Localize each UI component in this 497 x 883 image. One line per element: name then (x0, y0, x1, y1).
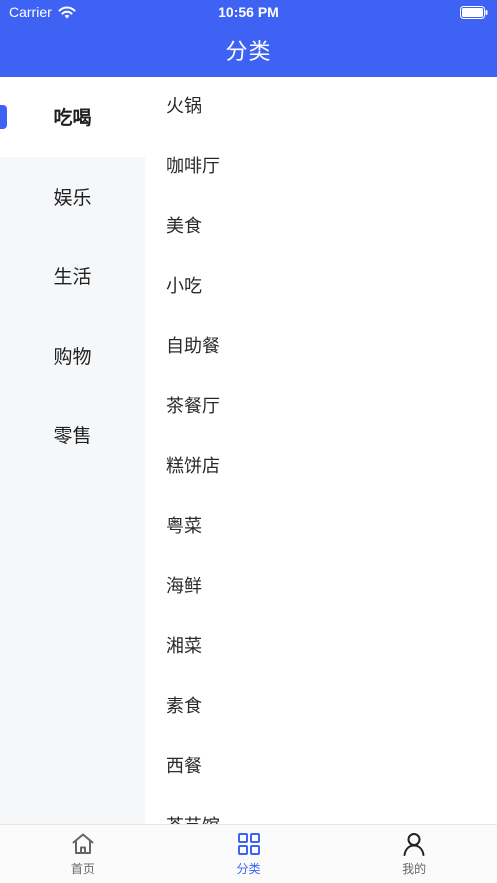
header: Carrier 10:56 PM 分类 (0, 0, 497, 77)
list-item[interactable]: 小吃 (145, 257, 497, 317)
sidebar-item-label: 零售 (53, 425, 92, 448)
status-bar: Carrier 10:56 PM (0, 0, 497, 26)
sidebar-item-retail[interactable]: 零售 (0, 395, 145, 475)
page-title: 分类 (225, 40, 272, 65)
tab-bar: 首页 分类 我的 (0, 824, 497, 883)
sidebar-item-label: 娱乐 (53, 186, 92, 209)
list-item[interactable]: 粤菜 (145, 497, 497, 557)
subcategory-list[interactable]: 火锅 咖啡厅 美食 小吃 自助餐 茶餐厅 糕饼店 粤菜 海鲜 湘菜 素食 西餐 … (145, 77, 497, 824)
list-item[interactable]: 素食 (145, 677, 497, 737)
tab-label: 我的 (402, 862, 427, 876)
list-item[interactable]: 茶艺馆 (145, 797, 497, 824)
sidebar-item-label: 生活 (53, 266, 92, 289)
sidebar-item-eat-drink[interactable]: 吃喝 (0, 77, 145, 157)
list-item[interactable]: 美食 (145, 197, 497, 257)
list-item[interactable]: 自助餐 (145, 317, 497, 377)
tab-category[interactable]: 分类 (166, 825, 332, 883)
list-item[interactable]: 海鲜 (145, 557, 497, 617)
list-item[interactable]: 茶餐厅 (145, 377, 497, 437)
list-item[interactable]: 湘菜 (145, 617, 497, 677)
grid-icon (237, 833, 260, 855)
tab-label: 首页 (70, 862, 95, 876)
tab-label: 分类 (236, 862, 261, 876)
sidebar-item-label: 吃喝 (53, 107, 92, 130)
list-item[interactable]: 咖啡厅 (145, 137, 497, 197)
sidebar-item-entertainment[interactable]: 娱乐 (0, 157, 145, 237)
active-indicator (0, 105, 7, 129)
app-root: Carrier 10:56 PM 分类 吃喝 娱乐 生活 购物 零售 火锅 咖啡… (0, 0, 497, 883)
category-sidebar: 吃喝 娱乐 生活 购物 零售 (0, 77, 145, 824)
list-item[interactable]: 火锅 (145, 77, 497, 137)
clock: 10:56 PM (218, 4, 279, 20)
list-item[interactable]: 糕饼店 (145, 437, 497, 497)
tab-mine[interactable]: 我的 (331, 825, 497, 883)
user-icon (403, 833, 425, 856)
sidebar-item-label: 购物 (53, 345, 92, 368)
battery-icon (460, 6, 488, 19)
sidebar-item-life[interactable]: 生活 (0, 236, 145, 316)
home-icon (72, 833, 94, 854)
list-item[interactable]: 西餐 (145, 737, 497, 797)
tab-home[interactable]: 首页 (0, 825, 166, 883)
sidebar-item-shopping[interactable]: 购物 (0, 316, 145, 396)
